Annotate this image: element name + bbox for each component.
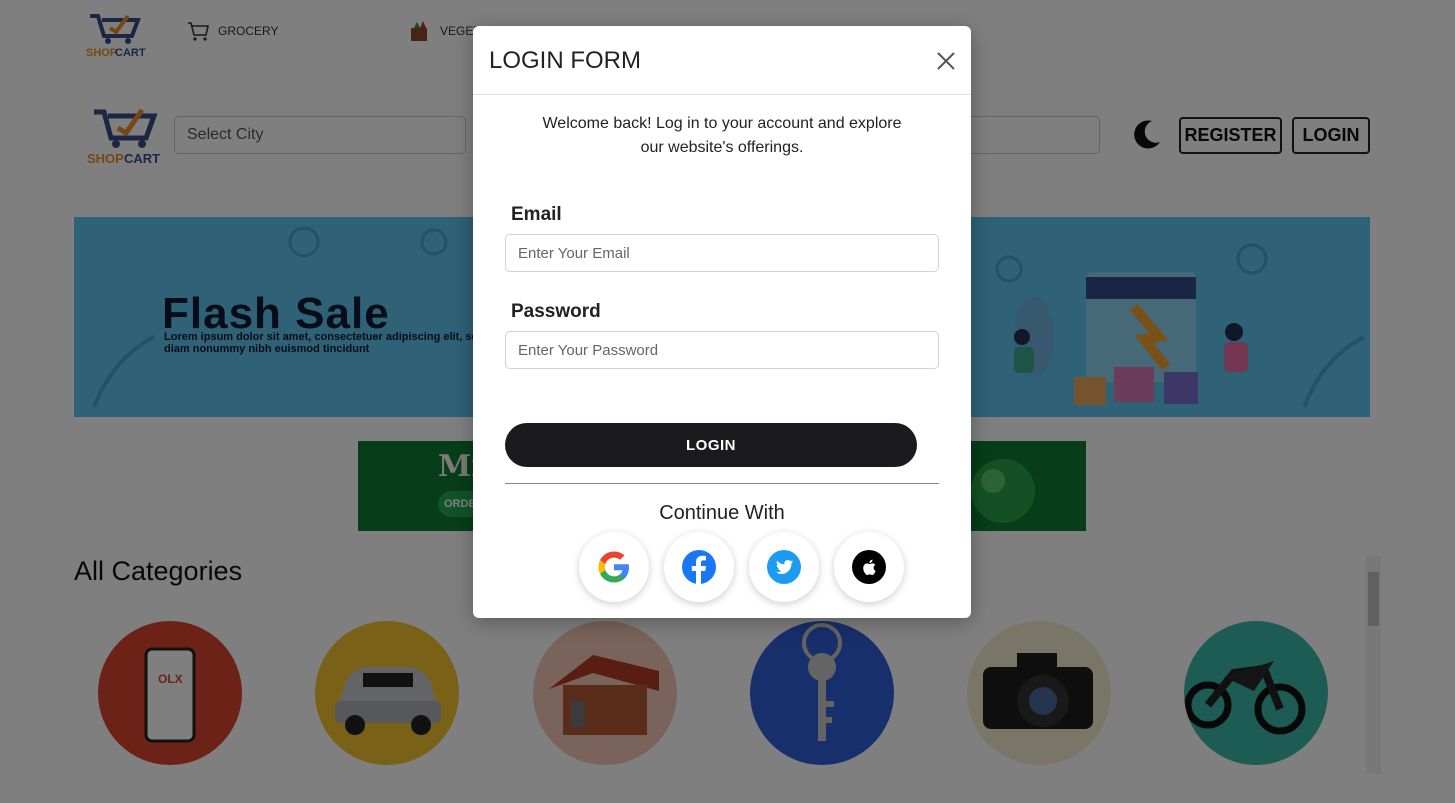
apple-login-button[interactable] <box>834 532 904 602</box>
google-login-button[interactable] <box>579 532 649 602</box>
welcome-text: Welcome back! Log in to your account and… <box>513 112 931 160</box>
google-icon <box>598 551 629 583</box>
facebook-icon <box>682 550 716 584</box>
twitter-icon <box>767 550 801 584</box>
apple-icon <box>852 550 886 584</box>
welcome-line-1: Welcome back! Log in to your account and… <box>542 115 902 132</box>
twitter-login-button[interactable] <box>749 532 819 602</box>
password-field[interactable] <box>505 331 939 369</box>
divider <box>505 483 939 484</box>
password-label: Password <box>511 301 601 322</box>
close-icon[interactable] <box>931 46 961 76</box>
continue-with-label: Continue With <box>659 502 785 524</box>
facebook-login-button[interactable] <box>664 532 734 602</box>
email-field[interactable] <box>505 234 939 272</box>
modal-title: LOGIN FORM <box>489 47 642 74</box>
modal-header: LOGIN FORM <box>473 26 971 95</box>
email-label: Email <box>511 204 562 225</box>
welcome-line-2: our website's offerings. <box>640 139 804 156</box>
login-modal: LOGIN FORM Welcome back! Log in to your … <box>473 26 971 618</box>
modal-login-button[interactable]: LOGIN <box>505 423 917 467</box>
